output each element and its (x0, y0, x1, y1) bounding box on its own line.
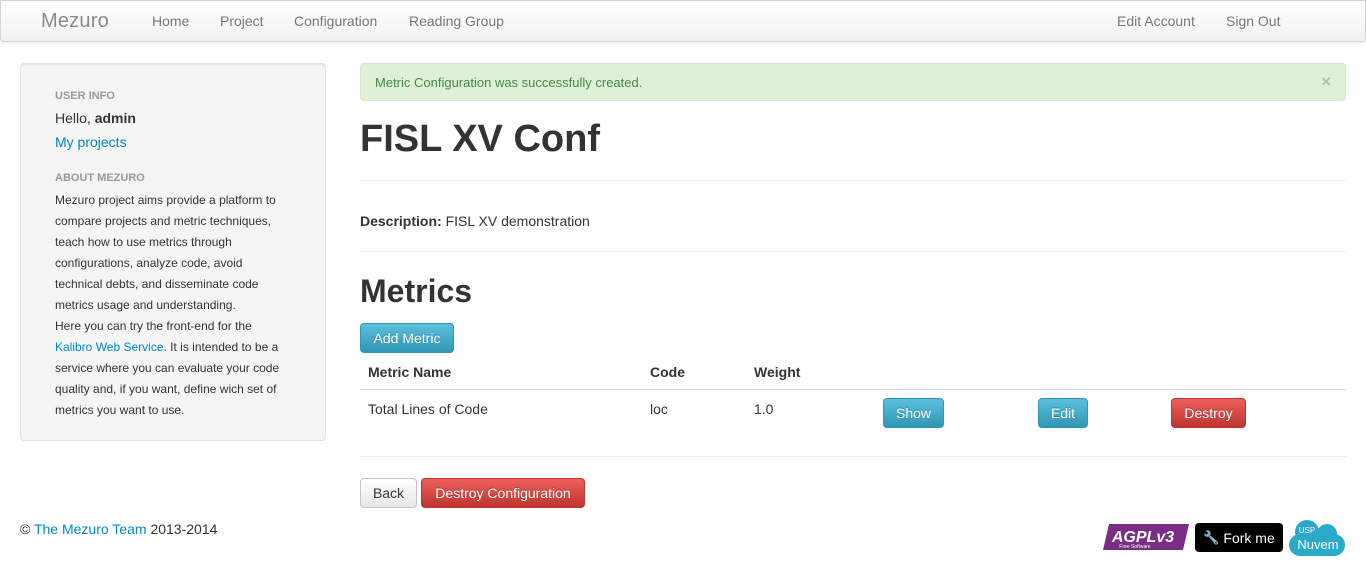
nav-configuration[interactable]: Configuration (294, 13, 377, 29)
team-link[interactable]: The Mezuro Team (34, 521, 147, 537)
about-text-prefix: Here you can try the front-end for the (55, 319, 252, 333)
table-header-border (360, 389, 1346, 390)
greeting-prefix: Hello, (55, 110, 95, 126)
nav-edit-account[interactable]: Edit Account (1117, 13, 1195, 29)
show-button[interactable]: Show (883, 398, 944, 428)
nav-sign-out[interactable]: Sign Out (1226, 13, 1280, 29)
copyright-symbol: © (20, 521, 31, 537)
alert-close-icon[interactable]: × (1321, 72, 1331, 92)
metrics-heading: Metrics (360, 273, 473, 309)
cloud-icon: USP Nuvem (1289, 520, 1345, 556)
sidebar: USER INFO Hello, admin My projects ABOUT… (20, 63, 326, 441)
header-code: Code (650, 364, 685, 380)
agpl-logo-icon: AGPLv3 Free Software (1103, 524, 1189, 550)
add-metric-button[interactable]: Add Metric (360, 323, 454, 353)
brand-label: Mezuro (41, 10, 109, 32)
about-text: Mezuro project aims provide a platform t… (55, 190, 291, 421)
alert-message: Metric Configuration was successfully cr… (375, 75, 643, 90)
kalibro-link[interactable]: Kalibro Web Service (55, 340, 164, 354)
brand-logo[interactable]: Mezuro (41, 10, 109, 33)
page-title: FISL XV Conf (360, 118, 600, 160)
cell-metric-name: Total Lines of Code (368, 401, 488, 417)
destroy-button[interactable]: Destroy (1171, 398, 1246, 428)
success-alert: Metric Configuration was successfully cr… (360, 63, 1346, 101)
agpl-badge[interactable]: AGPLv3 Free Software (1103, 522, 1191, 552)
edit-button[interactable]: Edit (1038, 398, 1088, 428)
about-header: ABOUT MEZURO (55, 172, 145, 184)
description-label: Description: (360, 213, 442, 229)
fork-me-badge[interactable]: 🔧 Fork me (1195, 523, 1283, 552)
user-info-header: USER INFO (55, 90, 115, 102)
wrench-icon: 🔧 (1203, 529, 1220, 545)
nuvem-label: Nuvem (1297, 537, 1338, 552)
greeting: Hello, admin (55, 110, 136, 126)
years: 2013-2014 (150, 521, 218, 537)
destroy-configuration-button[interactable]: Destroy Configuration (421, 478, 585, 508)
username: admin (94, 110, 136, 126)
header-metric-name: Metric Name (368, 364, 452, 380)
nav-reading-group[interactable]: Reading Group (409, 13, 504, 29)
about-paragraph-2: Here you can try the front-end for the K… (55, 316, 291, 421)
header-weight: Weight (754, 364, 801, 380)
description: Description: FISL XV demonstration (360, 213, 590, 229)
my-projects-link[interactable]: My projects (55, 134, 127, 150)
nav-home[interactable]: Home (152, 13, 189, 29)
fork-me-label: Fork me (1223, 529, 1275, 546)
back-button[interactable]: Back (360, 478, 417, 508)
navbar: Mezuro Home Project Configuration Readin… (0, 0, 1366, 42)
divider (360, 251, 1346, 252)
cell-code: loc (650, 401, 668, 417)
description-value: FISL XV demonstration (445, 213, 590, 229)
nuvem-badge[interactable]: USP Nuvem (1287, 518, 1347, 558)
cell-weight: 1.0 (754, 401, 774, 417)
nuvem-top-label: USP (1299, 526, 1315, 535)
nav-project[interactable]: Project (220, 13, 264, 29)
divider (360, 456, 1346, 457)
about-paragraph-1: Mezuro project aims provide a platform t… (55, 193, 276, 312)
divider (360, 180, 1346, 181)
footer: © The Mezuro Team 2013-2014 (20, 521, 217, 537)
agpl-sub-label: Free Software (1119, 544, 1151, 550)
